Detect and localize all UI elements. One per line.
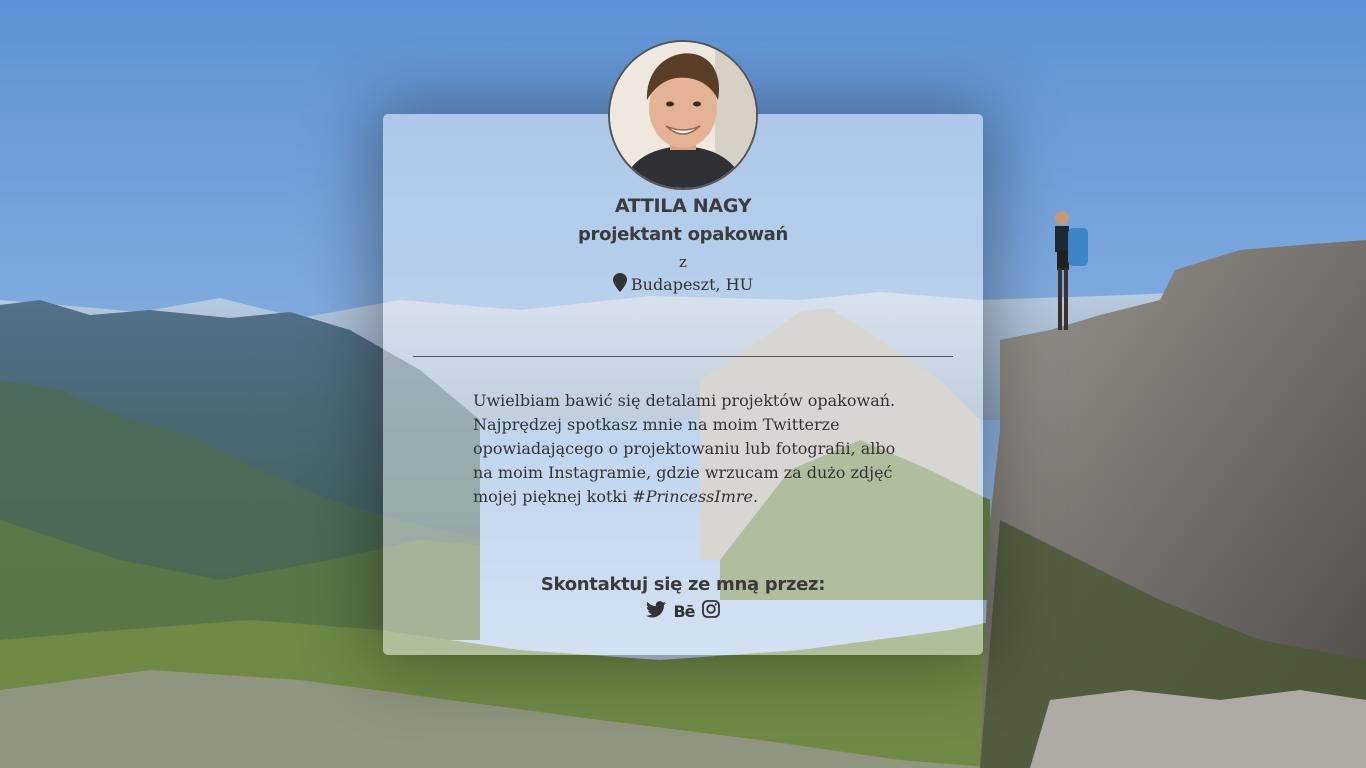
map-marker-icon xyxy=(612,273,627,296)
social-links: Bē xyxy=(383,600,983,622)
bio-text: Uwielbiam bawić się detalami projektów o… xyxy=(473,389,913,509)
contact-heading: Skontaktuj się ze mną przez: xyxy=(540,574,826,595)
location-text: Budapeszt, HU xyxy=(630,275,754,294)
profile-card: ATTILA NAGY projektant opakowań z Budape… xyxy=(383,40,983,655)
twitter-icon[interactable] xyxy=(646,600,667,622)
avatar xyxy=(608,40,758,190)
profile-name: ATTILA NAGY xyxy=(614,195,752,217)
instagram-icon[interactable] xyxy=(701,600,720,622)
hashtag-link[interactable]: #PrincessImre. xyxy=(632,487,758,506)
profile-role: projektant opakowań xyxy=(577,224,789,245)
divider xyxy=(413,356,953,357)
location: Budapeszt, HU xyxy=(383,273,983,296)
from-label: z xyxy=(679,253,687,271)
behance-icon[interactable]: Bē xyxy=(673,602,695,621)
